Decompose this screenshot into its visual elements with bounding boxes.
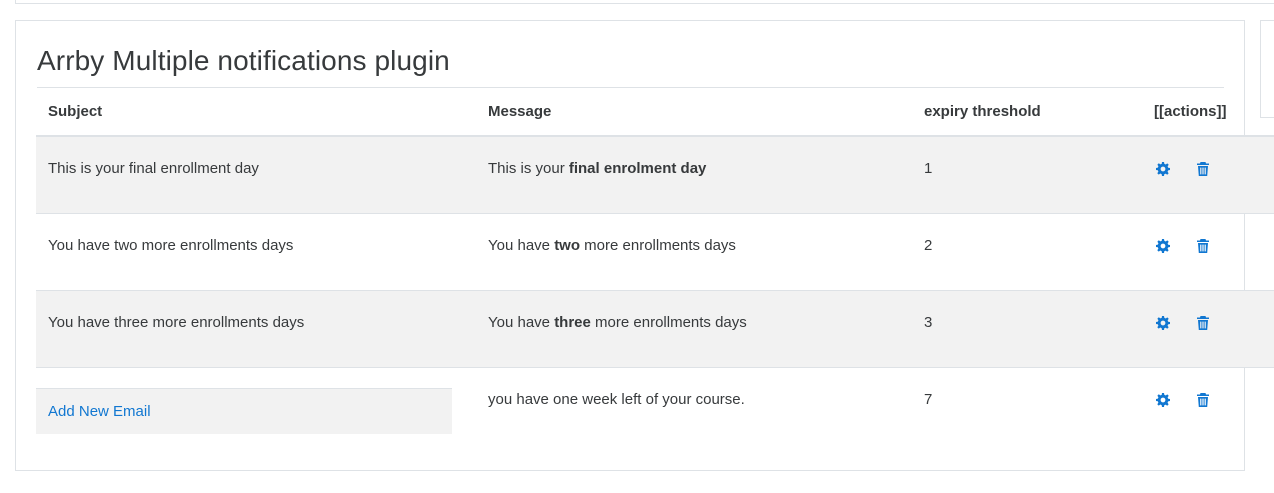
cell-actions xyxy=(1142,290,1274,368)
trash-icon[interactable] xyxy=(1196,238,1210,253)
trash-icon[interactable] xyxy=(1196,392,1210,407)
add-email-row: Add New Email xyxy=(36,388,452,434)
cell-message: you have one week left of your course. xyxy=(476,367,912,444)
cell-message: You have three more enrollments days xyxy=(476,290,912,368)
cell-message: This is your final enrolment day xyxy=(476,136,912,214)
cell-subject: You have two more enrollments days xyxy=(36,213,476,291)
cell-actions xyxy=(1142,213,1274,291)
table-header-row: Subject Message expiry threshold [[actio… xyxy=(36,88,1274,137)
cell-subject: This is your final enrollment day xyxy=(36,136,476,214)
cell-actions xyxy=(1142,136,1274,214)
header-message[interactable]: Message xyxy=(476,88,912,137)
header-expiry-threshold[interactable]: expiry threshold xyxy=(912,88,1142,137)
cell-actions xyxy=(1142,367,1274,444)
table-row: You have two more enrollments days You h… xyxy=(36,213,1274,291)
message-text: This is your xyxy=(488,159,569,177)
page-title: Arrby Multiple notifications plugin xyxy=(37,45,450,76)
message-text: You have xyxy=(488,236,555,254)
gear-icon[interactable] xyxy=(1156,161,1170,176)
trash-icon[interactable] xyxy=(1196,161,1210,176)
top-panel-edge xyxy=(15,0,1274,4)
trash-icon[interactable] xyxy=(1196,315,1210,330)
gear-icon[interactable] xyxy=(1156,238,1170,253)
cell-expiry: 1 xyxy=(912,136,1142,214)
table-row: You have three more enrollments days You… xyxy=(36,290,1274,368)
table-row: This is your final enrollment day This i… xyxy=(36,136,1274,214)
cell-message: You have two more enrollments days xyxy=(476,213,912,291)
message-emphasis: three xyxy=(554,313,591,331)
gear-icon[interactable] xyxy=(1156,392,1170,407)
message-emphasis: final enrolment day xyxy=(568,159,707,177)
gear-icon[interactable] xyxy=(1156,315,1170,330)
cell-expiry: 7 xyxy=(912,367,1142,444)
message-text-tail: more enrollments days xyxy=(580,236,736,254)
cell-subject: You have three more enrollments days xyxy=(36,290,476,368)
notifications-card: Arrby Multiple notifications plugin Subj… xyxy=(15,20,1274,471)
cell-expiry: 3 xyxy=(912,290,1142,368)
header-actions: [[actions]] xyxy=(1142,88,1274,137)
header-subject[interactable]: Subject xyxy=(36,88,476,137)
message-text-tail: more enrollments days xyxy=(590,313,747,331)
message-text: You have xyxy=(488,313,555,331)
cell-expiry: 2 xyxy=(912,213,1142,291)
message-emphasis: two xyxy=(554,236,581,254)
add-new-email-link[interactable]: Add New Email xyxy=(48,403,151,420)
message-text: you have one week left of your course. xyxy=(488,390,745,408)
